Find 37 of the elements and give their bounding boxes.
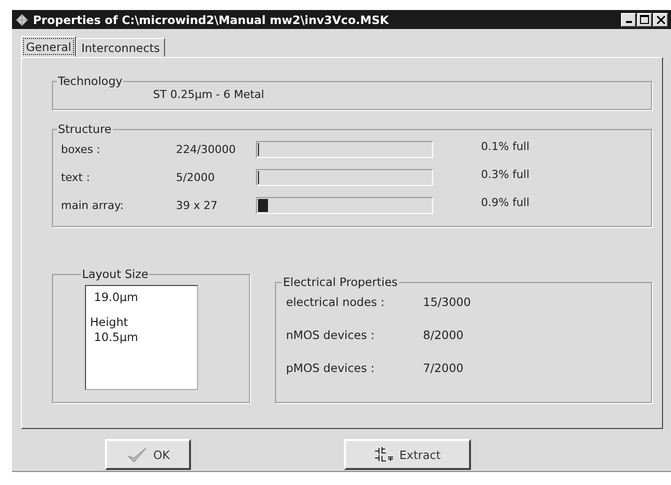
maximize-button[interactable] <box>637 12 652 26</box>
count-value: 5/2000 <box>176 170 216 184</box>
count-value: 39 x 27 <box>176 198 218 212</box>
minimize-icon <box>626 21 632 23</box>
row-label: boxes : <box>61 142 102 156</box>
row-label: text : <box>61 170 91 184</box>
usage-reading: 0.1% full <box>481 140 530 152</box>
group-title: Structure <box>57 122 112 136</box>
height-label: Height <box>90 315 130 330</box>
usage-reading: 0.9% full <box>481 196 530 208</box>
extract-button[interactable]: Extract <box>344 439 471 470</box>
width-value: 19.0µm <box>93 290 140 305</box>
row-label: nMOS devices : <box>286 328 376 342</box>
group-title: Electrical Properties <box>282 275 399 289</box>
window-title: Properties of C:\microwind2\Manual mw2\inv3Vco.MSK <box>33 12 390 26</box>
technology-value: ST 0.25µm - 6 Metal <box>153 88 264 101</box>
chip-icon <box>15 12 29 26</box>
row-value: 8/2000 <box>423 328 464 342</box>
circuit-icon <box>374 446 394 462</box>
group-title: Layout Size <box>81 267 150 281</box>
usage-reading: 0.3% full <box>481 168 530 180</box>
minimize-button[interactable] <box>621 12 636 26</box>
checkmark-icon <box>126 446 148 464</box>
height-value: 10.5µm <box>93 330 140 345</box>
ok-button[interactable]: OK <box>105 439 191 470</box>
row-label: main array: <box>61 198 125 212</box>
row-label: electrical nodes : <box>286 295 386 309</box>
row-value: 15/3000 <box>423 295 471 309</box>
maximize-icon <box>640 15 649 24</box>
tab[interactable]: General <box>21 36 76 57</box>
count-value: 224/30000 <box>176 142 237 156</box>
group-title: Technology <box>57 74 124 88</box>
close-icon <box>656 16 664 24</box>
close-button[interactable] <box>653 12 668 26</box>
row-label: pMOS devices : <box>286 361 376 375</box>
tab[interactable]: Interconnects <box>76 38 165 57</box>
row-value: 7/2000 <box>423 361 464 375</box>
